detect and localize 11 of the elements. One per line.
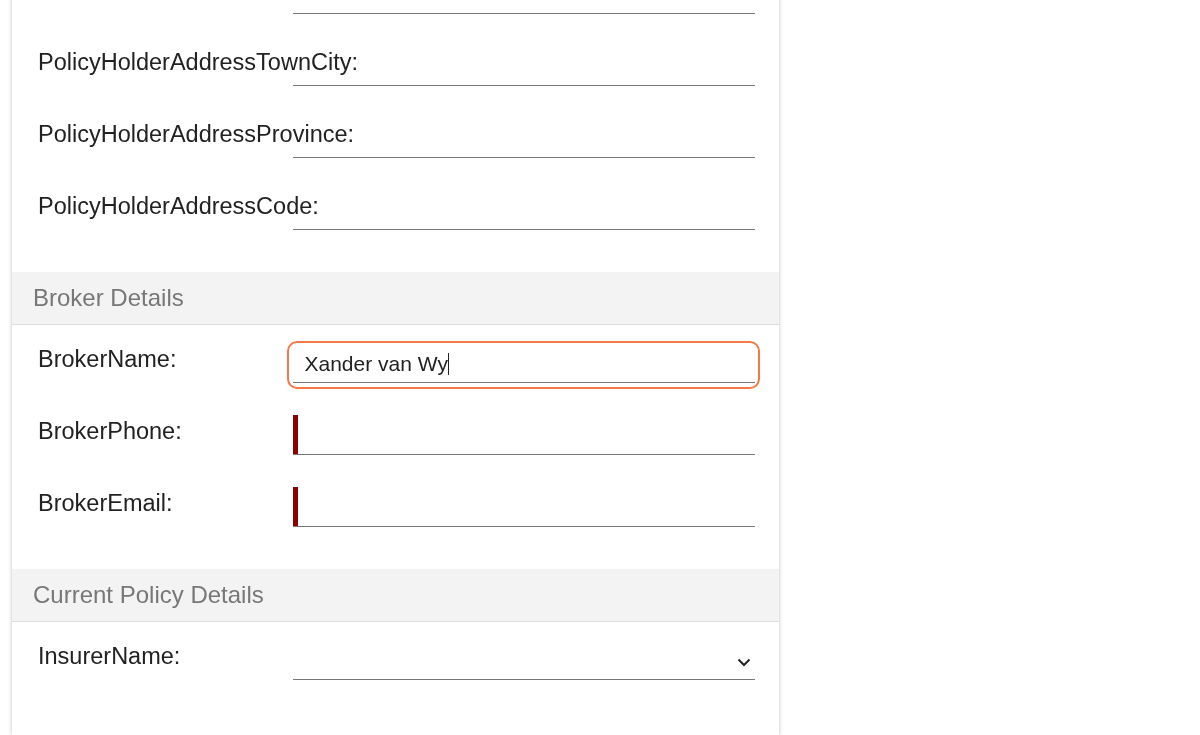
chevron-down-icon	[736, 657, 751, 667]
field-label: InsurerName:	[38, 642, 181, 670]
field-label: PolicyHolderAddressCode:	[38, 192, 319, 220]
field-label: BrokerPhone:	[38, 417, 182, 445]
field-label: PolicyHolderAddressProvince:	[38, 120, 355, 148]
section-header: Current Policy Details	[12, 569, 779, 622]
section-header: Broker Details	[12, 272, 779, 325]
field-label: BrokerName:	[38, 345, 177, 373]
field-label: BrokerEmail:	[38, 489, 173, 517]
input-field[interactable]: Xander van Wy	[287, 341, 760, 389]
field-label: PolicyHolderAddressTownCity:	[38, 48, 358, 76]
